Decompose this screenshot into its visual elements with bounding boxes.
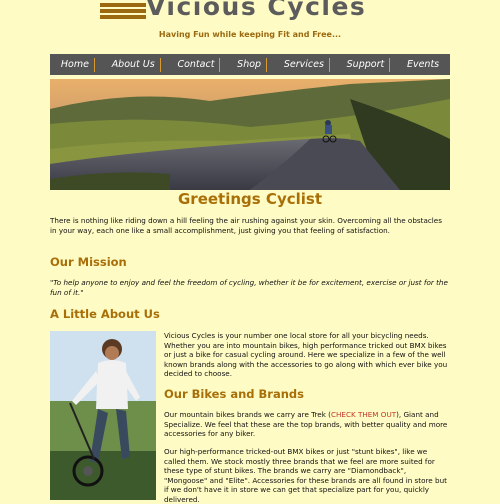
nav-contact[interactable]: Contact bbox=[172, 57, 221, 72]
intro-text: There is nothing like riding down a hill… bbox=[50, 216, 442, 235]
about-heading: A Little About Us bbox=[50, 307, 160, 321]
bikes-text-a: Our mountain bikes brands we carry are T… bbox=[164, 410, 331, 419]
check-them-out-link[interactable]: CHECK THEM OUT bbox=[331, 410, 396, 419]
site-name[interactable]: Vicious Cycles bbox=[146, 0, 366, 21]
mission-text: "To help anyone to enjoy and feel the fr… bbox=[50, 278, 448, 297]
main-nav: Home About Us Contact Shop Services Supp… bbox=[50, 54, 450, 75]
nav-events[interactable]: Events bbox=[402, 58, 444, 72]
greeting-heading: Greetings Cyclist bbox=[178, 190, 322, 208]
tagline: Having Fun while keeping Fit and Free... bbox=[158, 30, 342, 39]
nav-home[interactable]: Home bbox=[56, 57, 95, 72]
bmx-rider-photo bbox=[50, 331, 156, 500]
site-header: Vicious Cycles Having Fun while keeping … bbox=[0, 0, 500, 48]
mission-heading: Our Mission bbox=[50, 255, 127, 269]
bikes-heading: Our Bikes and Brands bbox=[164, 387, 304, 401]
nav-support[interactable]: Support bbox=[342, 57, 391, 72]
bikes-text: Our mountain bikes brands we carry are T… bbox=[164, 410, 450, 439]
nav-about-us[interactable]: About Us bbox=[107, 57, 161, 72]
logo-stripes-icon bbox=[100, 0, 146, 20]
hero-image bbox=[50, 79, 450, 190]
nav-services[interactable]: Services bbox=[279, 57, 330, 72]
about-text: Vicious Cycles is your number one local … bbox=[164, 331, 448, 378]
nav-shop[interactable]: Shop bbox=[232, 57, 268, 72]
bmx-text: Our high-performance tricked-out BMX bik… bbox=[164, 447, 447, 504]
